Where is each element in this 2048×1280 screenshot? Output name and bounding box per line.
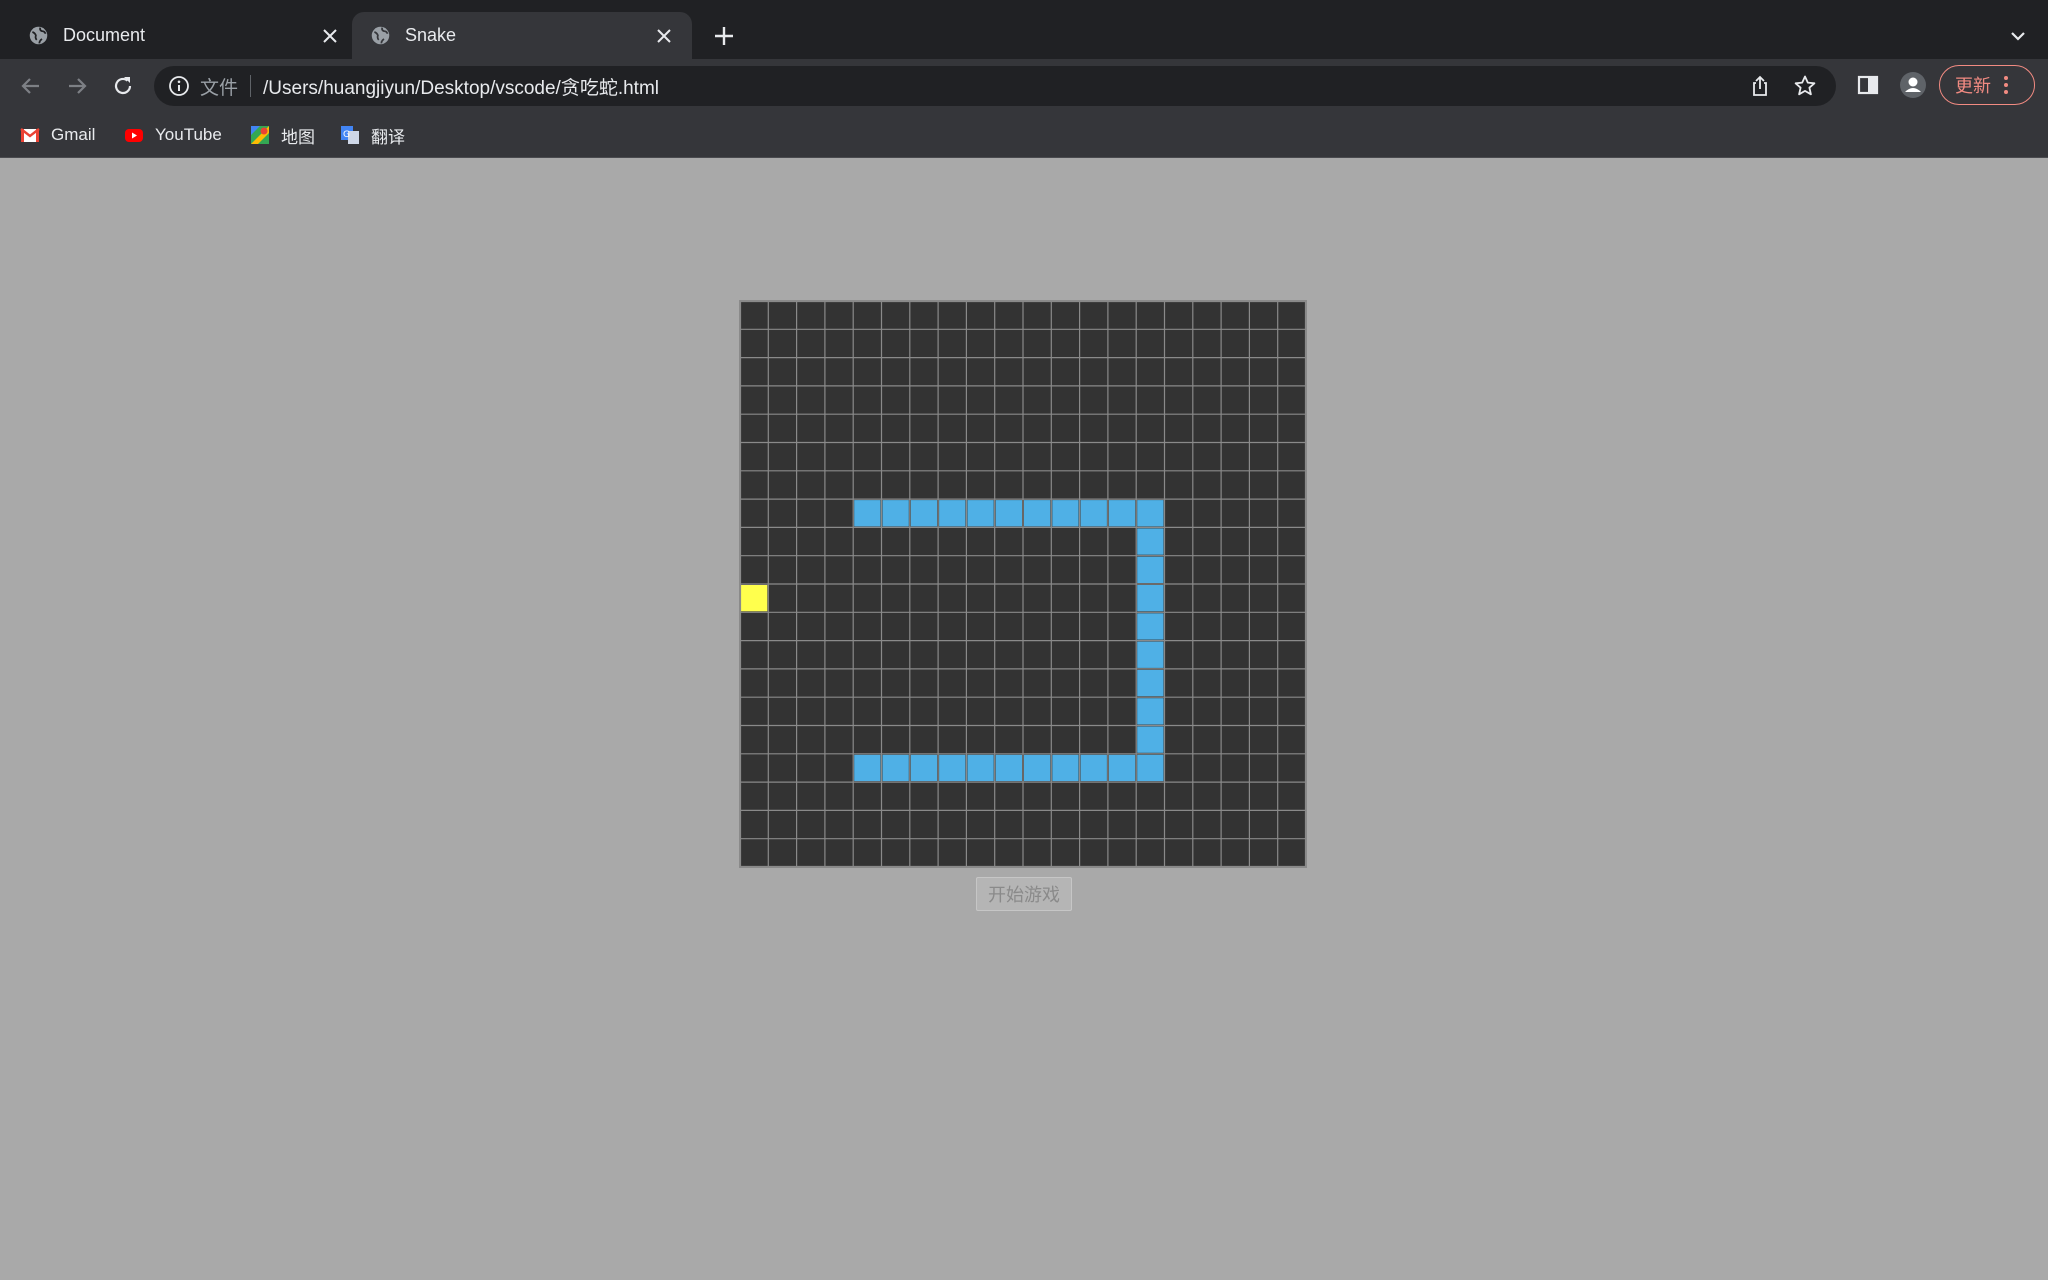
address-bar[interactable]: 文件 /Users/huangjiyun/Desktop/vscode/贪吃蛇.…: [154, 66, 1836, 106]
update-button[interactable]: 更新: [1939, 65, 2035, 105]
new-tab-plus-icon[interactable]: [708, 20, 740, 52]
snake-segment: [1108, 500, 1136, 527]
side-panel-icon[interactable]: [1852, 69, 1884, 101]
snake-segment: [967, 754, 994, 782]
bookmark-maps[interactable]: 地图: [250, 122, 315, 148]
tab-strip: Document Snake: [0, 0, 2048, 59]
back-arrow-icon[interactable]: [15, 70, 47, 102]
snake-segment: [1052, 754, 1079, 782]
bookmark-translate[interactable]: G 翻译: [340, 122, 405, 148]
snake-segment: [1137, 726, 1164, 753]
game-board: [739, 300, 1307, 868]
snake-segment: [1080, 754, 1107, 782]
bookmark-star-icon[interactable]: [1791, 72, 1819, 100]
game-grid: [740, 301, 1306, 867]
profile-avatar-icon[interactable]: [1897, 69, 1929, 101]
snake-segment: [1137, 556, 1164, 583]
bookmark-youtube[interactable]: YouTube: [124, 122, 222, 148]
snake-segment: [1137, 754, 1164, 782]
snake-segment: [882, 754, 909, 782]
tab-title: Document: [63, 25, 146, 45]
snake-segment: [1024, 500, 1051, 527]
browser-toolbar: 文件 /Users/huangjiyun/Desktop/vscode/贪吃蛇.…: [0, 59, 2048, 112]
bookmarks-bar: Gmail YouTube 地图 G 翻译: [0, 112, 2048, 158]
snake-segment: [882, 500, 909, 527]
snake-segment: [1080, 500, 1107, 527]
snake-segment: [1137, 500, 1164, 527]
update-label: 更新: [1955, 76, 1991, 96]
bookmark-label: Gmail: [51, 125, 96, 144]
snake-segment: [1137, 641, 1164, 668]
youtube-icon: [125, 129, 143, 142]
tab-title: Snake: [405, 25, 457, 45]
snake-segment: [1024, 754, 1051, 782]
snake-segment: [910, 754, 938, 782]
snake-segment: [1137, 585, 1164, 612]
snake-segment: [854, 754, 881, 782]
snake-segment: [1052, 500, 1079, 527]
more-vert-icon[interactable]: [2003, 75, 2009, 95]
snake-segment: [967, 500, 994, 527]
reload-icon[interactable]: [107, 70, 139, 102]
gmail-icon: [20, 128, 40, 142]
share-icon[interactable]: [1746, 72, 1774, 100]
snake-segment: [1108, 754, 1136, 782]
snake-segment: [854, 500, 881, 527]
svg-text:G: G: [343, 130, 350, 140]
globe-icon: [371, 26, 390, 45]
forward-arrow-icon[interactable]: [61, 70, 93, 102]
bookmark-gmail[interactable]: Gmail: [20, 122, 95, 148]
start-game-button[interactable]: 开始游戏: [976, 877, 1072, 911]
tab-document[interactable]: Document: [10, 12, 350, 59]
snake-segment: [1137, 528, 1164, 555]
snake-segment: [1137, 613, 1164, 640]
tab-snake[interactable]: Snake: [352, 12, 692, 59]
snake-segment: [995, 500, 1022, 527]
snake-segment: [1137, 698, 1164, 725]
bookmark-label: 翻译: [371, 127, 405, 147]
snake-segment: [939, 754, 966, 782]
info-icon[interactable]: [168, 75, 190, 97]
globe-icon: [29, 26, 48, 45]
bookmark-label: 地图: [281, 127, 315, 147]
chevron-down-icon[interactable]: [2002, 20, 2034, 52]
food-cell: [741, 585, 768, 612]
snake-segment: [995, 754, 1022, 782]
url-scheme-label: 文件: [200, 77, 239, 99]
url-separator: [250, 75, 252, 97]
url-text[interactable]: /Users/huangjiyun/Desktop/vscode/贪吃蛇.htm…: [263, 73, 1746, 100]
close-tab-icon[interactable]: [650, 22, 678, 50]
close-tab-icon[interactable]: [316, 22, 344, 50]
translate-icon: G: [341, 126, 359, 144]
snake-segment: [1137, 669, 1164, 697]
maps-icon: [251, 126, 269, 144]
snake-segment: [910, 500, 938, 527]
bookmark-label: YouTube: [155, 125, 222, 144]
snake-segment: [939, 500, 966, 527]
